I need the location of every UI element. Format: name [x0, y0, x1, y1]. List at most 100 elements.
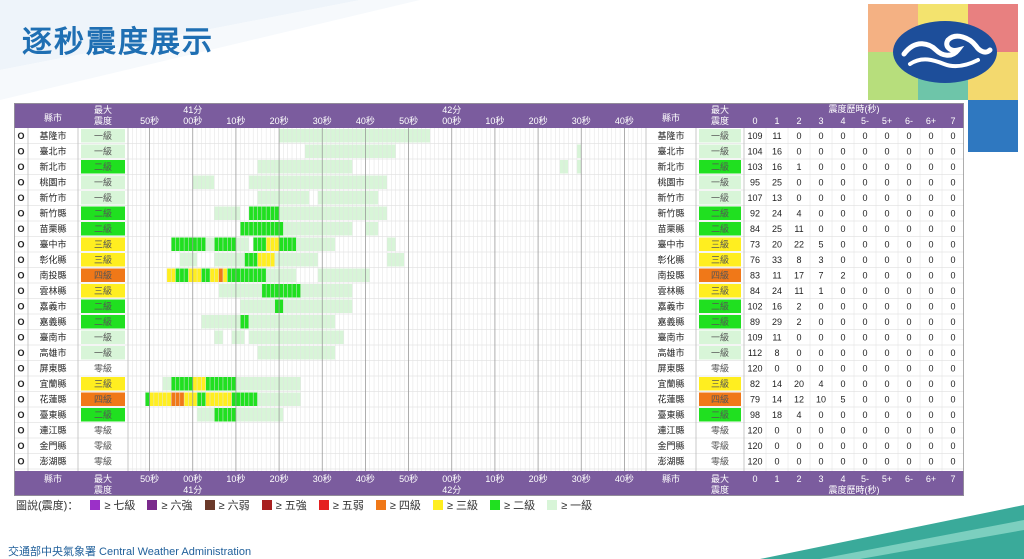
- history-count: 0: [862, 178, 867, 188]
- cwa-emblem-icon: [893, 21, 997, 83]
- intensity-bar: [296, 237, 318, 251]
- history-count: 0: [906, 379, 911, 389]
- intensity-bar: [261, 284, 284, 298]
- intensity-bar: [214, 408, 236, 422]
- history-count: 0: [796, 193, 801, 203]
- history-count: 0: [884, 255, 889, 265]
- history-count: 120: [747, 457, 762, 467]
- history-count: 0: [862, 395, 867, 405]
- legend-item: ≥ 六弱: [204, 497, 250, 513]
- county-name-right: 宜蘭縣: [657, 378, 684, 389]
- row-marker: O: [17, 240, 24, 250]
- intensity-bar: [576, 144, 582, 158]
- history-count: 0: [884, 178, 889, 188]
- history-count: 16: [772, 162, 782, 172]
- history-count: 0: [818, 162, 823, 172]
- history-count: 0: [950, 286, 955, 296]
- history-count: 0: [906, 240, 911, 250]
- history-count: 0: [862, 317, 867, 327]
- intensity-bar: [171, 392, 185, 406]
- max-int-value: 一級: [94, 130, 112, 141]
- legend-swatch: [261, 500, 272, 510]
- max-int-value-right: 四級: [711, 270, 729, 281]
- history-count: 0: [796, 441, 801, 451]
- history-count: 0: [862, 224, 867, 234]
- time-tick-label-bottom: 10秒: [226, 473, 245, 484]
- history-count: 0: [928, 178, 933, 188]
- history-count: 0: [928, 240, 933, 250]
- history-count: 0: [906, 426, 911, 436]
- max-int-header: 最大: [94, 104, 112, 115]
- history-count: 0: [906, 286, 911, 296]
- history-col-label: 0: [752, 116, 757, 126]
- history-count: 0: [862, 410, 867, 420]
- history-count: 0: [906, 348, 911, 358]
- max-int-value-right: 一級: [711, 347, 729, 358]
- time-tick-label: 10秒: [485, 115, 504, 126]
- county-name: 屏東縣: [39, 363, 66, 374]
- history-count: 0: [884, 426, 889, 436]
- max-int-value: 一級: [94, 177, 112, 188]
- history-count: 0: [818, 131, 823, 141]
- history-count: 0: [862, 255, 867, 265]
- county-name: 宜蘭縣: [39, 378, 66, 389]
- time-tick-label-bottom: 30秒: [313, 473, 332, 484]
- intensity-bar: [149, 392, 172, 406]
- time-tick-label: 20秒: [270, 115, 289, 126]
- history-count: 0: [840, 348, 845, 358]
- history-col-label-bottom: 1: [774, 474, 779, 484]
- row-marker: O: [17, 364, 24, 374]
- row-marker: O: [17, 162, 24, 172]
- legend-label: ≥ 二級: [503, 500, 536, 512]
- intensity-bar: [253, 237, 267, 251]
- row-marker: O: [17, 426, 24, 436]
- history-count: 0: [928, 302, 933, 312]
- minute-label-bottom: 42分: [442, 485, 461, 495]
- intensity-bar: [231, 330, 245, 344]
- county-name: 雲林縣: [39, 285, 66, 296]
- history-col-label: 1: [774, 116, 779, 126]
- legend-label: ≥ 六弱: [218, 500, 250, 512]
- history-count: 0: [884, 457, 889, 467]
- history-count: 0: [906, 333, 911, 343]
- history-count: 0: [818, 317, 823, 327]
- history-count: 0: [950, 178, 955, 188]
- history-count: 0: [862, 193, 867, 203]
- history-count: 0: [950, 364, 955, 374]
- history-count: 84: [750, 224, 760, 234]
- minute-label: 41分: [183, 105, 202, 115]
- history-count: 4: [796, 410, 801, 420]
- intensity-bar: [188, 268, 202, 282]
- history-count: 0: [840, 426, 845, 436]
- legend-swatch: [547, 500, 558, 510]
- history-count: 0: [818, 410, 823, 420]
- history-count: 4: [818, 379, 823, 389]
- time-tick-label-bottom: 40秒: [356, 473, 375, 484]
- history-count: 0: [818, 302, 823, 312]
- history-count: 109: [747, 131, 762, 141]
- history-count: 0: [906, 410, 911, 420]
- history-count: 0: [818, 193, 823, 203]
- history-count: 0: [862, 271, 867, 281]
- history-count: 0: [840, 286, 845, 296]
- max-int-value-right: 一級: [711, 332, 729, 343]
- history-count: 0: [928, 395, 933, 405]
- history-count: 11: [772, 333, 781, 343]
- legend-item: ≥ 七級: [90, 497, 135, 513]
- max-int-footer-right: 震度: [711, 484, 729, 495]
- history-col-label: 6+: [926, 116, 936, 126]
- history-count: 0: [774, 364, 779, 374]
- history-count: 18: [772, 410, 782, 420]
- legend-swatch: [489, 500, 500, 510]
- history-count: 0: [818, 441, 823, 451]
- max-int-value-right: 零級: [711, 456, 729, 467]
- legend-swatch: [147, 500, 158, 510]
- history-count: 0: [840, 441, 845, 451]
- time-tick-label: 30秒: [572, 115, 591, 126]
- county-name-right: 新竹縣: [657, 208, 684, 219]
- max-int-value: 二級: [94, 316, 112, 327]
- legend-label: ≥ 七級: [104, 500, 136, 512]
- history-count: 0: [796, 364, 801, 374]
- max-int-value-right: 一級: [711, 192, 729, 203]
- row-marker: O: [17, 178, 24, 188]
